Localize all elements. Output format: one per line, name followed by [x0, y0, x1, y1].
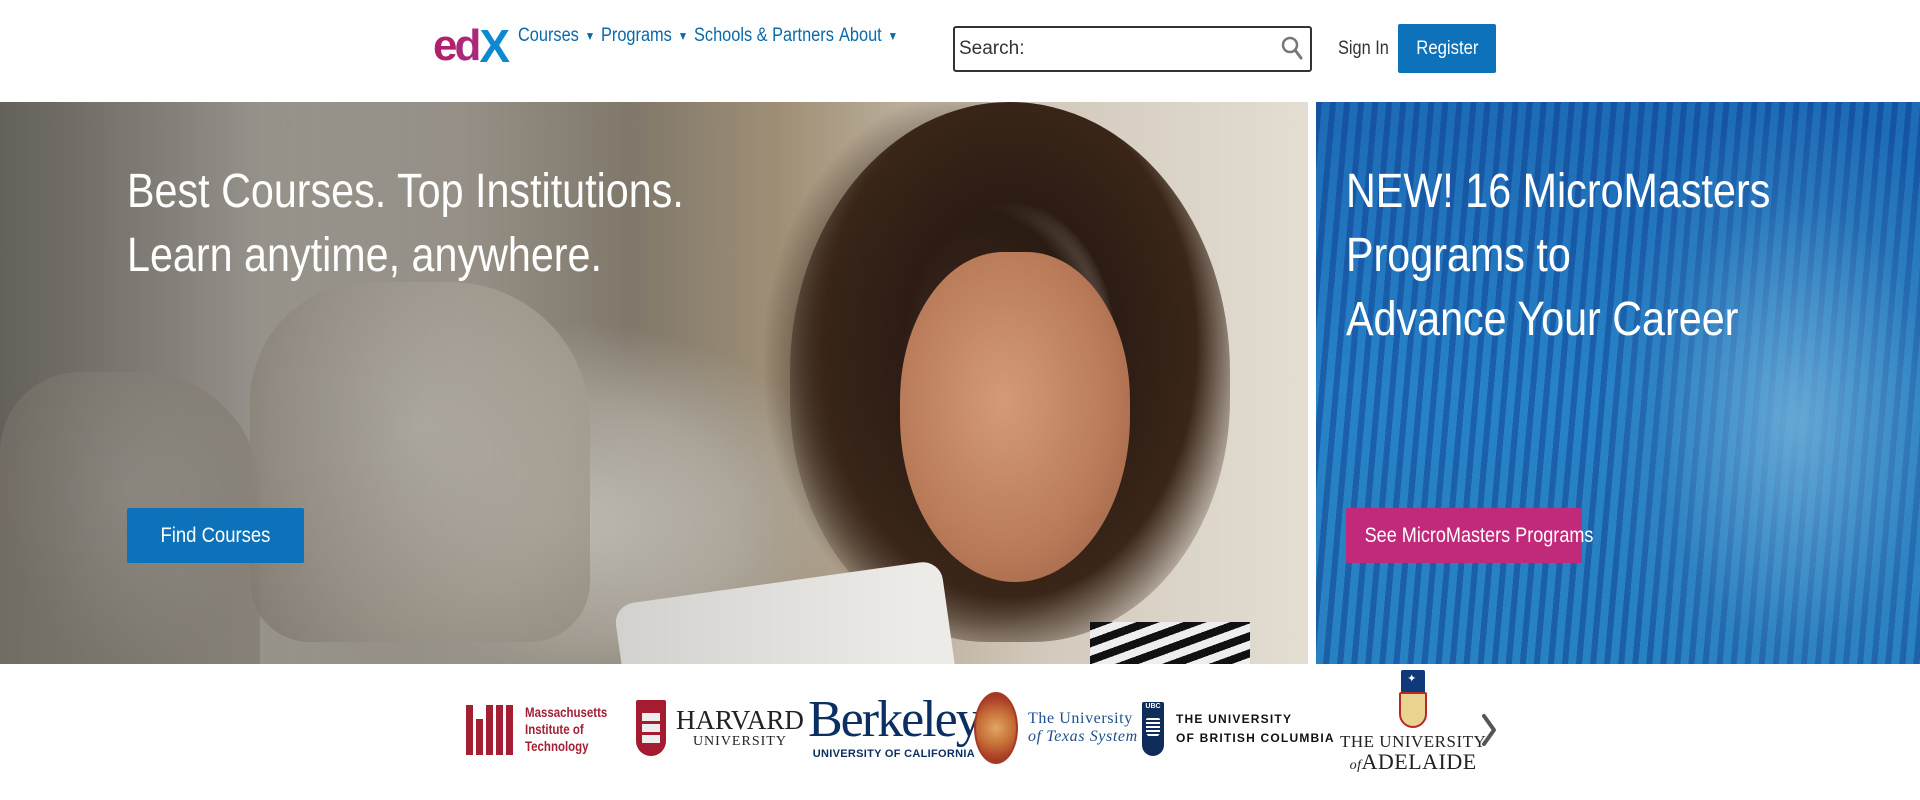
find-courses-label: Find Courses: [160, 523, 271, 547]
adelaide-logo-text: THE UNIVERSITY ofADELAIDE: [1340, 732, 1486, 776]
harvard-name: HARVARD: [676, 705, 804, 735]
micromasters-headline-line1: NEW! 16 MicroMasters Programs to: [1346, 165, 1771, 282]
hero-headline-line1: Best Courses. Top Institutions.: [127, 165, 684, 218]
hero-headline: Best Courses. Top Institutions. Learn an…: [127, 160, 695, 288]
adelaide-logo[interactable]: THE UNIVERSITY ofADELAIDE: [1340, 670, 1486, 776]
ubc-crest-icon: UBC: [1142, 702, 1164, 756]
hero-divider: [1308, 102, 1316, 664]
harvard-sub: UNIVERSITY: [692, 734, 787, 749]
mit-line1: Massachusetts: [525, 704, 608, 720]
caret-down-icon: ▼: [584, 29, 596, 43]
nav-programs[interactable]: Programs ▼: [601, 25, 688, 47]
harvard-shield-icon: [636, 700, 666, 756]
search-icon[interactable]: [1280, 35, 1304, 61]
nav-about[interactable]: About ▼: [839, 25, 898, 47]
ubc-line2: OF BRITISH COLUMBIA: [1176, 731, 1335, 745]
hero-banner: Best Courses. Top Institutions. Learn an…: [0, 102, 1920, 664]
ut-line1: The University: [1028, 710, 1133, 727]
see-micromasters-button[interactable]: See MicroMasters Programs: [1346, 508, 1593, 563]
harvard-logo[interactable]: HARVARD UNIVERSITY: [636, 700, 804, 756]
harvard-logo-text: HARVARD UNIVERSITY: [676, 706, 804, 750]
micromasters-headline: NEW! 16 MicroMasters Programs to Advance…: [1346, 160, 1896, 352]
caret-down-icon: ▼: [887, 29, 898, 43]
logo-letter-x: X: [479, 20, 510, 72]
logo-letter-d: d: [454, 21, 481, 70]
mit-line3: Technology: [525, 738, 589, 754]
find-courses-button[interactable]: Find Courses: [127, 508, 304, 563]
ut-system-text: The University of Texas System: [1028, 710, 1138, 746]
mit-logo-mark: [466, 704, 513, 755]
register-button-label: Register: [1415, 37, 1479, 59]
see-micromasters-label: See MicroMasters Programs: [1364, 523, 1594, 547]
register-button[interactable]: Register: [1398, 24, 1496, 73]
adelaide-of: of: [1349, 758, 1362, 773]
nav-schools-partners[interactable]: Schools & Partners: [694, 25, 834, 47]
sign-in-link[interactable]: Sign In: [1338, 38, 1389, 60]
hero-slide-micromasters: NEW! 16 MicroMasters Programs to Advance…: [1316, 102, 1920, 664]
adelaide-line2: ofADELAIDE: [1340, 749, 1486, 776]
berkeley-logo[interactable]: Berkeley UNIVERSITY OF CALIFORNIA: [808, 691, 982, 761]
ubc-logo-text: THE UNIVERSITY OF BRITISH COLUMBIA: [1176, 710, 1335, 748]
ubc-line1: THE UNIVERSITY: [1176, 712, 1293, 726]
micromasters-headline-line2: Advance Your Career: [1346, 293, 1739, 346]
nav-courses-label: Courses: [518, 25, 579, 46]
logo-letter-e: e: [433, 21, 458, 70]
hero-headline-line2: Learn anytime, anywhere.: [127, 229, 602, 282]
berkeley-name: Berkeley: [808, 691, 982, 748]
mit-logo[interactable]: Massachusetts Institute of Technology: [466, 704, 625, 755]
ut-seal-icon: [974, 692, 1018, 764]
nav-about-label: About: [839, 25, 882, 46]
nav-courses[interactable]: Courses ▼: [518, 25, 595, 47]
ubc-badge: UBC: [1145, 703, 1161, 710]
search-input[interactable]: [959, 28, 1279, 70]
search-box: [953, 26, 1312, 72]
hero-slide-find-courses: Best Courses. Top Institutions. Learn an…: [0, 102, 1308, 664]
adelaide-crest-icon: [1395, 670, 1431, 732]
ubc-logo[interactable]: UBC THE UNIVERSITY OF BRITISH COLUMBIA: [1142, 702, 1335, 756]
adelaide-name: ADELAIDE: [1361, 749, 1477, 774]
mit-logo-text: Massachusetts Institute of Technology: [525, 704, 607, 755]
mit-line2: Institute of: [525, 721, 584, 737]
nav-programs-label: Programs: [601, 25, 672, 46]
ut-system-logo[interactable]: The University of Texas System: [974, 692, 1138, 764]
chevron-right-icon[interactable]: [1476, 708, 1502, 752]
nav-schools-partners-label: Schools & Partners: [694, 25, 834, 46]
berkeley-sub: UNIVERSITY OF CALIFORNIA: [812, 748, 975, 760]
site-header: e d X Courses ▼ Programs ▼ Schools & Par…: [0, 0, 1920, 102]
partner-logo-strip: Massachusetts Institute of Technology HA…: [0, 664, 1920, 800]
caret-down-icon: ▼: [677, 29, 689, 43]
edx-logo[interactable]: e d X: [433, 20, 510, 72]
ut-line2: of Texas System: [1028, 728, 1138, 745]
